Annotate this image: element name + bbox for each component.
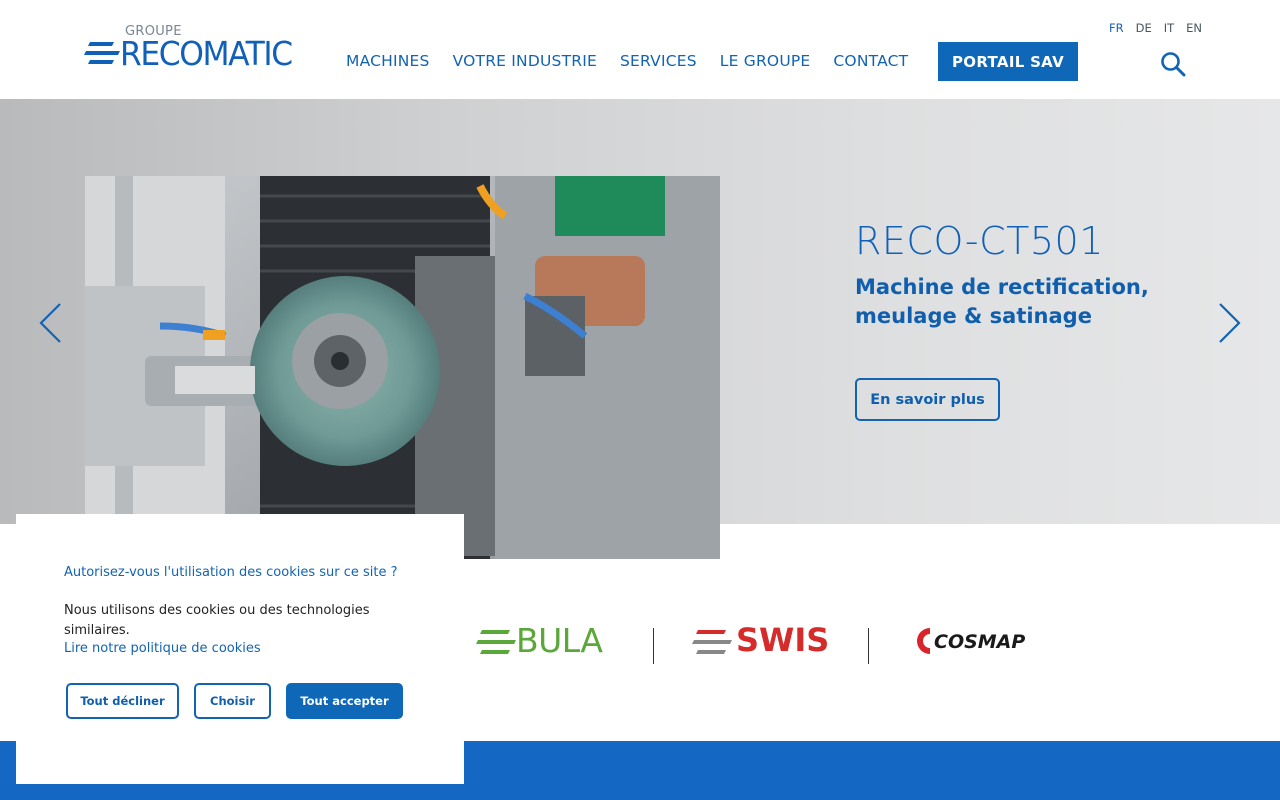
search-icon[interactable] [1160, 51, 1186, 77]
lang-de[interactable]: DE [1136, 21, 1152, 35]
swis-logo[interactable]: SWIS [692, 621, 830, 664]
recomatic-logo[interactable]: GROUPE RECOMATIC [84, 24, 310, 73]
nav-votre-industrie[interactable]: VOTRE INDUSTRIE [453, 52, 597, 70]
site-header: GROUPE RECOMATIC MACHINES VOTRE INDUSTRI… [0, 0, 1280, 99]
decline-all-button[interactable]: Tout décliner [66, 683, 179, 719]
bula-text: BULA [516, 621, 603, 660]
main-nav: MACHINES VOTRE INDUSTRIE SERVICES LE GRO… [346, 52, 931, 70]
cookie-question: Autorisez-vous l'utilisation des cookies… [64, 565, 398, 580]
cookie-consent-dialog: Autorisez-vous l'utilisation des cookies… [16, 514, 464, 784]
lang-fr[interactable]: FR [1109, 21, 1124, 35]
nav-machines[interactable]: MACHINES [346, 52, 430, 70]
language-switcher: FR DE IT EN [1109, 21, 1214, 35]
swis-text: SWIS [736, 621, 830, 659]
hero-machine-image [85, 176, 720, 559]
choose-button[interactable]: Choisir [194, 683, 271, 719]
logo-stripes-icon [84, 42, 120, 64]
nav-le-groupe[interactable]: LE GROUPE [720, 52, 811, 70]
brand-divider [653, 628, 654, 664]
cosmap-text: COSMAP [934, 631, 1026, 653]
bula-logo[interactable]: BULA [476, 621, 612, 664]
cosmap-logo[interactable]: COSMAP [908, 624, 1025, 662]
portail-sav-button[interactable]: PORTAIL SAV [938, 42, 1078, 81]
brand-divider [868, 628, 869, 664]
lang-en[interactable]: EN [1186, 21, 1202, 35]
carousel-next-icon[interactable] [1218, 302, 1242, 344]
hero-title: RECO-CT501 [855, 219, 1104, 263]
carousel-prev-icon[interactable] [38, 302, 62, 344]
accept-all-button[interactable]: Tout accepter [286, 683, 403, 719]
en-savoir-plus-button[interactable]: En savoir plus [855, 378, 1000, 421]
lang-it[interactable]: IT [1164, 21, 1174, 35]
hero-subtitle: Machine de rectification, meulage & sati… [855, 275, 1149, 328]
cookie-policy-link[interactable]: Lire notre politique de cookies [64, 641, 261, 656]
nav-services[interactable]: SERVICES [620, 52, 697, 70]
cookie-description: Nous utilisons des cookies ou des techno… [64, 603, 370, 638]
logo-name-text: RECOMATIC [120, 34, 293, 73]
nav-contact[interactable]: CONTACT [833, 52, 908, 70]
